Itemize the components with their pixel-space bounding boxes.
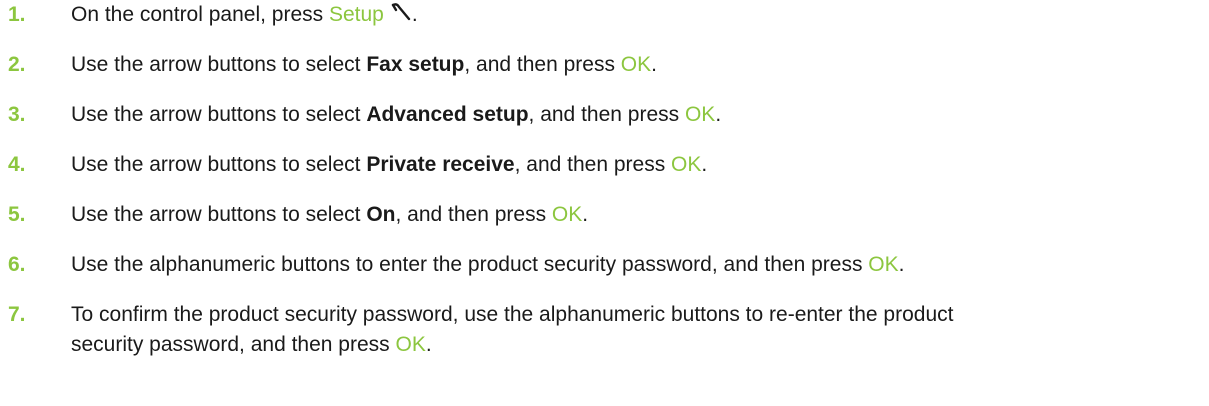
step-number: 6. xyxy=(8,253,26,276)
step-text-before: Use the arrow buttons to select xyxy=(71,153,367,176)
step-text-middle: , and then press xyxy=(395,203,552,226)
step-text: Use the arrow buttons to select On, and … xyxy=(71,200,1191,230)
step-text: Use the arrow buttons to select Advanced… xyxy=(71,100,1191,130)
ok-control-label: OK xyxy=(395,333,426,356)
step-text: On the control panel, press Setup . xyxy=(71,0,1191,30)
step-text: To confirm the product security password… xyxy=(71,300,1191,360)
step-text: Use the alphanumeric buttons to enter th… xyxy=(71,250,1191,280)
step-text-before: Use the alphanumeric buttons to enter th… xyxy=(71,253,869,276)
step-text-before: Use the arrow buttons to select xyxy=(71,203,367,226)
instruction-steps: 1. On the control panel, press Setup . 2… xyxy=(0,0,1209,406)
wrench-icon xyxy=(391,3,411,21)
step-number: 2. xyxy=(8,53,26,76)
ok-control-label: OK xyxy=(620,53,652,76)
setup-control-label: Setup xyxy=(328,3,384,26)
ok-control-label: OK xyxy=(551,203,583,226)
step-number: 4. xyxy=(8,153,26,176)
step-text-after: . xyxy=(701,153,708,176)
menu-item-fax-setup: Fax setup xyxy=(366,53,465,76)
step-number: 7. xyxy=(8,303,26,326)
step-text-before: Use the arrow buttons to select xyxy=(71,103,367,126)
step-number: 3. xyxy=(8,103,26,126)
ok-control-label: OK xyxy=(868,253,899,276)
step-text-after: . xyxy=(715,103,722,126)
step-text-after: . xyxy=(898,253,905,276)
step-number: 1. xyxy=(8,3,26,26)
step-text-middle: , and then press xyxy=(514,153,672,176)
step-text-line-2: security password, and then press xyxy=(71,333,396,356)
step-text-line-1: To confirm the product security password… xyxy=(71,303,954,326)
step-text-after: . xyxy=(651,53,657,76)
step-text: Use the arrow buttons to select Fax setu… xyxy=(71,50,1191,80)
step-number: 5. xyxy=(8,203,26,226)
ok-control-label: OK xyxy=(671,153,702,176)
step-text-before: Use the arrow buttons to select xyxy=(71,53,367,76)
step-text-after: . xyxy=(425,333,432,356)
ok-control-label: OK xyxy=(684,103,716,126)
step-text-middle: , and then press xyxy=(528,103,685,126)
step-text-middle: , and then press xyxy=(464,53,621,76)
step-text-after: . xyxy=(411,3,418,26)
menu-item-advanced-setup: Advanced setup xyxy=(366,103,529,126)
step-text-before: On the control panel, press xyxy=(71,3,329,26)
step-text-after: . xyxy=(582,203,589,226)
menu-item-on: On xyxy=(366,203,396,226)
menu-item-private-receive: Private receive xyxy=(366,153,515,176)
step-text: Use the arrow buttons to select Private … xyxy=(71,150,1191,180)
